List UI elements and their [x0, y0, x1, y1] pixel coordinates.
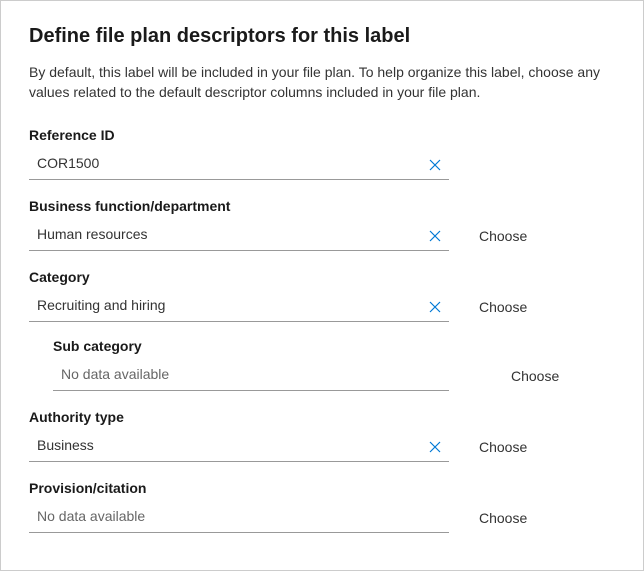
reference-id-label: Reference ID [29, 127, 615, 143]
business-function-value: Human resources [37, 226, 427, 246]
sub-category-input[interactable]: No data available [53, 362, 449, 391]
sub-category-choose-button[interactable]: Choose [511, 368, 559, 384]
clear-icon[interactable] [427, 439, 443, 455]
category-input[interactable]: Recruiting and hiring [29, 293, 449, 322]
authority-type-label: Authority type [29, 409, 615, 425]
provision-citation-field: Provision/citation No data available Cho… [29, 480, 615, 533]
authority-type-input[interactable]: Business [29, 433, 449, 462]
clear-icon[interactable] [427, 299, 443, 315]
page-description: By default, this label will be included … [29, 62, 615, 103]
reference-id-field: Reference ID COR1500 [29, 127, 615, 180]
provision-citation-placeholder: No data available [37, 508, 443, 528]
authority-type-field: Authority type Business Choose [29, 409, 615, 462]
category-field: Category Recruiting and hiring Choose Su… [29, 269, 615, 391]
category-choose-button[interactable]: Choose [479, 299, 527, 315]
business-function-input[interactable]: Human resources [29, 222, 449, 251]
reference-id-value: COR1500 [37, 155, 427, 175]
authority-type-value: Business [37, 437, 427, 457]
category-value: Recruiting and hiring [37, 297, 427, 317]
sub-category-placeholder: No data available [61, 366, 443, 386]
business-function-label: Business function/department [29, 198, 615, 214]
provision-citation-choose-button[interactable]: Choose [479, 510, 527, 526]
sub-category-field: Sub category No data available Choose [53, 338, 615, 391]
authority-type-choose-button[interactable]: Choose [479, 439, 527, 455]
business-function-field: Business function/department Human resou… [29, 198, 615, 251]
page-title: Define file plan descriptors for this la… [29, 25, 615, 48]
clear-icon[interactable] [427, 157, 443, 173]
clear-icon[interactable] [427, 228, 443, 244]
sub-category-label: Sub category [53, 338, 615, 354]
reference-id-input[interactable]: COR1500 [29, 151, 449, 180]
provision-citation-label: Provision/citation [29, 480, 615, 496]
category-label: Category [29, 269, 615, 285]
business-function-choose-button[interactable]: Choose [479, 228, 527, 244]
provision-citation-input[interactable]: No data available [29, 504, 449, 533]
